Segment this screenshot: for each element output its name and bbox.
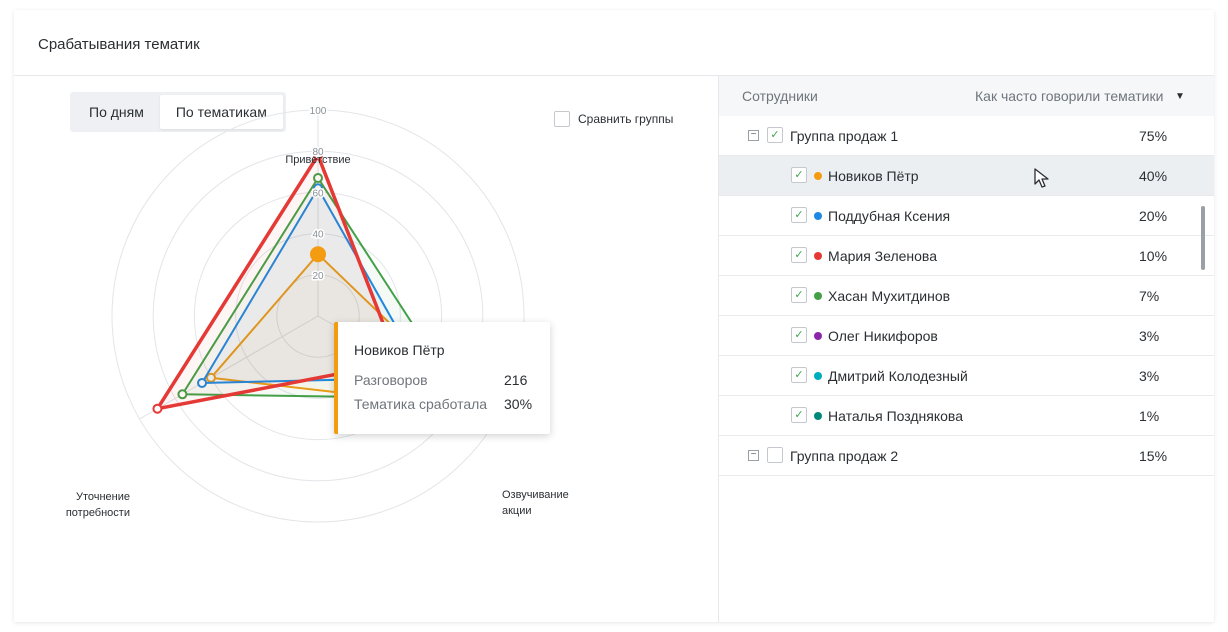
tooltip-value-rate: 30% xyxy=(504,396,533,412)
row-name: Группа продаж 1 xyxy=(790,128,899,144)
tooltip-name: Новиков Пётр xyxy=(354,342,445,358)
employee-row[interactable]: ✓ Наталья Позднякова 1% xyxy=(719,396,1214,436)
employee-row[interactable]: ✓ Хасан Мухитдинов 7% xyxy=(719,276,1214,316)
series-color-dot xyxy=(814,172,822,180)
row-percent: 1% xyxy=(1139,408,1160,424)
employee-row[interactable]: ✓ Дмитрий Колодезный 3% xyxy=(719,356,1214,396)
row-name: Группа продаж 2 xyxy=(790,448,899,464)
row-percent: 75% xyxy=(1139,128,1168,144)
row-percent: 3% xyxy=(1139,368,1160,384)
row-percent: 10% xyxy=(1139,248,1168,264)
checkbox-checked[interactable]: ✓ xyxy=(791,167,807,183)
axis-label-needs: Уточнение потребности xyxy=(66,491,130,519)
scrollbar[interactable] xyxy=(1201,206,1205,270)
checkbox-checked[interactable]: ✓ xyxy=(791,367,807,383)
checkbox-checked[interactable]: ✓ xyxy=(767,127,783,143)
sort-desc-icon[interactable]: ▼ xyxy=(1175,91,1185,102)
checkbox-checked[interactable]: ✓ xyxy=(791,287,807,303)
series-color-dot xyxy=(814,332,822,340)
checkbox-checked[interactable]: ✓ xyxy=(791,207,807,223)
table-header: Сотрудники Как часто говорили тематики ▼ xyxy=(719,76,1214,116)
highlighted-point xyxy=(310,246,326,263)
series-color-dot xyxy=(814,372,822,380)
series-point xyxy=(152,403,163,414)
row-name: Олег Никифоров xyxy=(828,328,938,344)
tick-label: 60 xyxy=(312,188,324,199)
series-color-dot xyxy=(814,292,822,300)
row-percent: 40% xyxy=(1139,168,1168,184)
employee-row[interactable]: ✓ Новиков Пётр 40% xyxy=(719,156,1214,196)
tooltip-value-calls: 216 xyxy=(504,372,528,388)
tooltip-label-rate: Тематика сработала xyxy=(354,396,488,412)
col-employees[interactable]: Сотрудники xyxy=(742,88,818,104)
row-name: Новиков Пётр xyxy=(828,168,919,184)
employee-row[interactable]: ✓ Мария Зеленова 10% xyxy=(719,236,1214,276)
row-percent: 7% xyxy=(1139,288,1160,304)
employee-row[interactable]: ✓ Олег Никифоров 3% xyxy=(719,316,1214,356)
row-name: Хасан Мухитдинов xyxy=(828,288,951,304)
axis-label-promo: Озвучивание акции xyxy=(502,489,569,517)
card-title: Срабатывания тематик xyxy=(38,36,200,53)
row-name: Мария Зеленова xyxy=(828,248,937,264)
row-name: Поддубная Ксения xyxy=(828,208,951,224)
checkbox-checked[interactable]: ✓ xyxy=(791,327,807,343)
employee-row[interactable]: ✓ Поддубная Ксения 20% xyxy=(719,196,1214,236)
checkbox-checked[interactable]: ✓ xyxy=(791,247,807,263)
mouse-cursor-icon xyxy=(1034,168,1049,188)
axis-label-greeting: Приветствие xyxy=(285,154,350,166)
row-percent: 3% xyxy=(1139,328,1160,344)
checkbox-unchecked[interactable] xyxy=(767,447,783,463)
checkbox-checked[interactable]: ✓ xyxy=(791,407,807,423)
tick-label: 40 xyxy=(312,230,324,241)
group-row[interactable]: − Группа продаж 2 15% xyxy=(719,436,1214,476)
tick-label: 100 xyxy=(310,106,327,117)
tick-label: 20 xyxy=(312,271,324,282)
row-name: Дмитрий Колодезный xyxy=(828,368,968,384)
collapse-icon[interactable]: − xyxy=(748,450,759,461)
chart-tooltip: Новиков Пётр Разговоров 216 Тематика сра… xyxy=(334,322,550,434)
row-name: Наталья Позднякова xyxy=(828,408,963,424)
series-color-dot xyxy=(814,412,822,420)
tooltip-label-calls: Разговоров xyxy=(354,372,428,388)
topic-triggers-card: Срабатывания тематик По дням По тематика… xyxy=(14,10,1214,622)
collapse-icon[interactable]: − xyxy=(748,130,759,141)
row-percent: 20% xyxy=(1139,208,1168,224)
group-row[interactable]: − ✓ Группа продаж 1 75% xyxy=(719,116,1214,156)
row-percent: 15% xyxy=(1139,448,1168,464)
series-color-dot xyxy=(814,212,822,220)
col-frequency[interactable]: Как часто говорили тематики xyxy=(975,88,1163,104)
series-color-dot xyxy=(814,252,822,260)
